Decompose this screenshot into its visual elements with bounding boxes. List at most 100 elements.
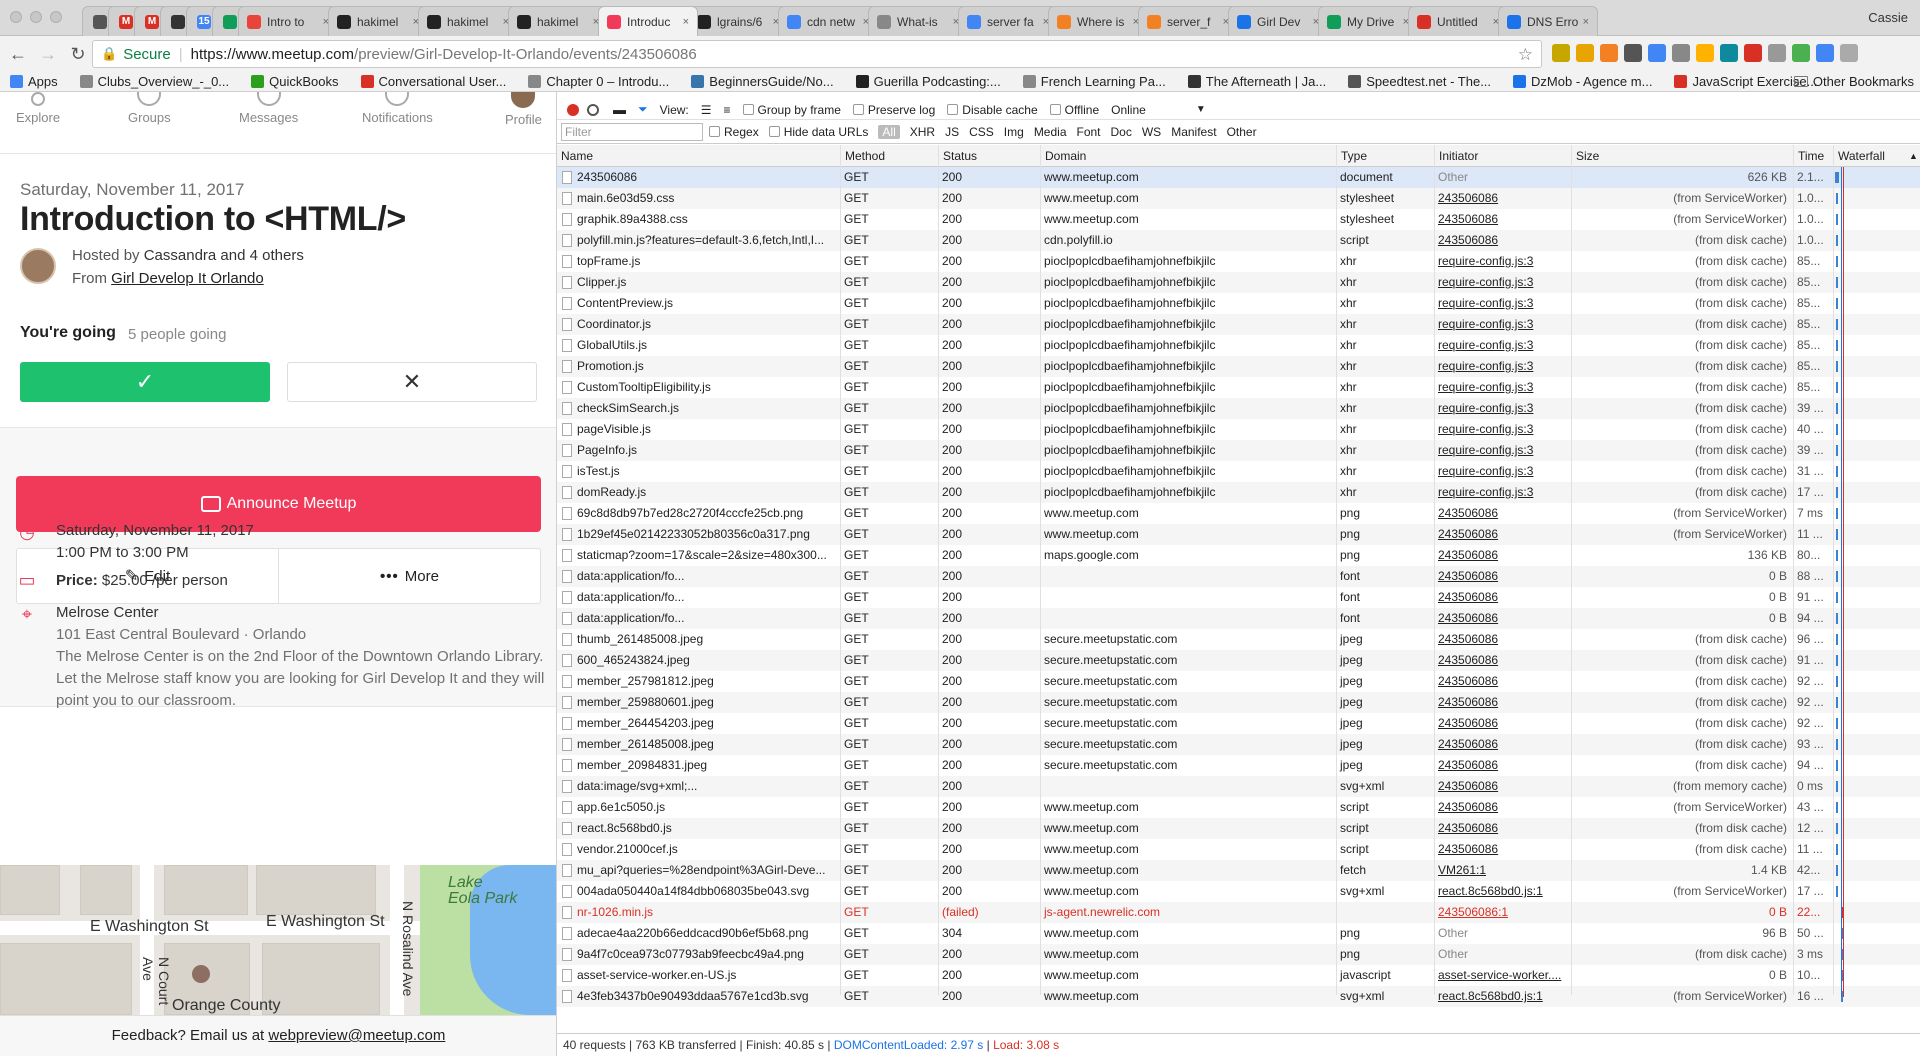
table-row[interactable]: 4e3feb3437b0e90493ddaa5767e1cd3b.svg GET 2…	[557, 986, 1920, 1007]
filter-icon[interactable]: ⏷	[638, 102, 648, 117]
request-initiator[interactable]: 243506086	[1434, 188, 1571, 209]
request-initiator[interactable]: 243506086	[1434, 230, 1571, 251]
extension-icon[interactable]	[1552, 44, 1570, 62]
filter-type-all[interactable]: All	[878, 124, 900, 139]
table-row[interactable]: PageInfo.js GET 200 pioclpoplcdbaefihamjohn…	[557, 440, 1920, 461]
browser-tab[interactable]: lgrains/6 ×	[688, 6, 788, 36]
overview-icon[interactable]: ≡	[724, 103, 731, 117]
bookmark-item[interactable]: DzMob - Agence m...	[1513, 74, 1652, 89]
column-header-name[interactable]: Name	[557, 145, 840, 167]
request-initiator[interactable]: 243506086	[1434, 524, 1571, 545]
bookmark-item[interactable]: Apps	[10, 74, 58, 89]
request-initiator[interactable]: asset-service-worker....	[1434, 965, 1571, 986]
extension-icon[interactable]	[1792, 44, 1810, 62]
column-header-type[interactable]: Type	[1336, 145, 1434, 167]
table-row[interactable]: member_264454203.jpeg GET 200 secure.meetup…	[557, 713, 1920, 734]
extension-icon[interactable]	[1648, 44, 1666, 62]
table-row[interactable]: data:application/fo... GET 200 font 24350608…	[557, 566, 1920, 587]
request-initiator[interactable]: 243506086	[1434, 608, 1571, 629]
browser-tab[interactable]: Untitled ×	[1408, 6, 1508, 36]
table-row[interactable]: checkSimSearch.js GET 200 pioclpoplcdbaefih…	[557, 398, 1920, 419]
profile-name[interactable]: Cassie	[1868, 10, 1908, 25]
bookmark-item[interactable]: French Learning Pa...	[1022, 74, 1166, 89]
browser-tab[interactable]: DNS Erro ×	[1498, 6, 1598, 36]
table-row[interactable]: vendor.21000cef.js GET 200 www.meetup.com sc…	[557, 839, 1920, 860]
maximize-window-button[interactable]	[50, 11, 62, 23]
table-row[interactable]: member_257981812.jpeg GET 200 secure.meetup…	[557, 671, 1920, 692]
column-header-method[interactable]: Method	[840, 145, 938, 167]
request-initiator[interactable]: require-config.js:3	[1434, 335, 1571, 356]
column-header-status[interactable]: Status	[938, 145, 1040, 167]
browser-tab[interactable]: server_f ×	[1138, 6, 1238, 36]
table-row[interactable]: 243506086 GET 200 www.meetup.com document Oth…	[557, 167, 1920, 188]
address-bar[interactable]: 🔒 Secure | https://www.meetup.com /previ…	[92, 40, 1542, 68]
bookmark-item[interactable]: QuickBooks	[251, 74, 339, 89]
reload-button[interactable]: ↻	[66, 42, 90, 66]
rsvp-yes-button[interactable]: ✓	[20, 362, 270, 402]
request-initiator[interactable]: require-config.js:3	[1434, 482, 1571, 503]
table-row[interactable]: 69c8d8db97b7ed28c2720f4cccfe25cb.png GET 2…	[557, 503, 1920, 524]
request-initiator[interactable]: 243506086	[1434, 629, 1571, 650]
table-row[interactable]: 1b29ef45e02142233052b80356c0a317.png GET 2…	[557, 524, 1920, 545]
table-row[interactable]: app.6e1c5050.js GET 200 www.meetup.com scrip…	[557, 797, 1920, 818]
forward-button[interactable]: →	[36, 42, 60, 66]
menu-icon[interactable]	[1840, 44, 1858, 62]
request-initiator[interactable]: 243506086	[1434, 734, 1571, 755]
request-initiator[interactable]: VM261:1	[1434, 860, 1571, 881]
disable-cache-checkbox[interactable]: Disable cache	[947, 103, 1038, 117]
table-row[interactable]: isTest.js GET 200 pioclpoplcdbaefihamjohnef…	[557, 461, 1920, 482]
rsvp-no-button[interactable]: ✕	[287, 362, 537, 402]
table-row[interactable]: adecae4aa220b66eddcacd90b6ef5b68.png GET 3…	[557, 923, 1920, 944]
browser-tab[interactable]: server fa ×	[958, 6, 1058, 36]
feedback-email-link[interactable]: webpreview@meetup.com	[268, 1027, 445, 1044]
column-header-domain[interactable]: Domain	[1040, 145, 1336, 167]
capture-screenshots-icon[interactable]: ▬	[613, 102, 626, 117]
request-initiator[interactable]: 243506086	[1434, 587, 1571, 608]
table-row[interactable]: CustomTooltipEligibility.js GET 200 pioclpo…	[557, 377, 1920, 398]
request-initiator[interactable]: require-config.js:3	[1434, 461, 1571, 482]
table-row[interactable]: graphik.89a4388.css GET 200 www.meetup.com s…	[557, 209, 1920, 230]
throttling-select[interactable]: Online ▼	[1111, 103, 1206, 117]
browser-tab[interactable]: Introduc ×	[598, 6, 698, 36]
bookmark-item[interactable]: The Afterneath | Ja...	[1187, 74, 1326, 89]
request-initiator[interactable]: require-config.js:3	[1434, 272, 1571, 293]
table-row[interactable]: GlobalUtils.js GET 200 pioclpoplcdbaefihamj…	[557, 335, 1920, 356]
host-avatar[interactable]	[20, 248, 56, 284]
extension-icon[interactable]	[1624, 44, 1642, 62]
nav-explore[interactable]: Explore	[16, 92, 60, 125]
table-row[interactable]: mu_api?queries=%28endpoint%3AGirl-Deve..…	[557, 860, 1920, 881]
extension-icon[interactable]	[1576, 44, 1594, 62]
request-initiator[interactable]: 243506086	[1434, 566, 1571, 587]
request-initiator[interactable]: 243506086	[1434, 818, 1571, 839]
browser-tab[interactable]: hakimel ×	[418, 6, 518, 36]
table-row[interactable]: member_261485008.jpeg GET 200 secure.meetup…	[557, 734, 1920, 755]
table-row[interactable]: topFrame.js GET 200 pioclpoplcdbaefihamjohn…	[557, 251, 1920, 272]
table-row[interactable]: Coordinator.js GET 200 pioclpoplcdbaefihamj…	[557, 314, 1920, 335]
browser-tab[interactable]: My Drive ×	[1318, 6, 1418, 36]
filter-type-other[interactable]: Other	[1227, 125, 1257, 139]
request-initiator[interactable]: 243506086	[1434, 209, 1571, 230]
filter-type-media[interactable]: Media	[1034, 125, 1067, 139]
group-link[interactable]: Girl Develop It Orlando	[111, 270, 264, 287]
extension-icon[interactable]	[1672, 44, 1690, 62]
request-initiator[interactable]: 243506086	[1434, 545, 1571, 566]
regex-checkbox[interactable]: Regex	[709, 125, 759, 139]
table-row[interactable]: data:application/fo... GET 200 font 24350608…	[557, 587, 1920, 608]
request-initiator[interactable]: require-config.js:3	[1434, 377, 1571, 398]
request-initiator[interactable]: 243506086:1	[1434, 902, 1571, 923]
table-row[interactable]: 004ada050440a14f84dbb068035be043.svg GET 2…	[557, 881, 1920, 902]
large-rows-icon[interactable]: ☰	[701, 103, 712, 117]
filter-type-img[interactable]: Img	[1004, 125, 1024, 139]
extension-icon[interactable]	[1768, 44, 1786, 62]
bookmark-item[interactable]: Speedtest.net - The...	[1348, 74, 1491, 89]
bookmark-item[interactable]: Chapter 0 – Introdu...	[528, 74, 669, 89]
table-row[interactable]: 9a4f7c0cea973c07793ab9feecbc49a4.png GET 2…	[557, 944, 1920, 965]
venue-map[interactable]: Lake Eola Park E Washington St E Washing…	[0, 865, 556, 1015]
nav-notifications[interactable]: Notifications	[362, 92, 433, 125]
filter-input[interactable]: Filter	[561, 122, 703, 141]
browser-tab[interactable]: Where is ×	[1048, 6, 1148, 36]
close-tab-icon[interactable]: ×	[683, 16, 689, 28]
table-row[interactable]: member_20984831.jpeg GET 200 secure.meetups…	[557, 755, 1920, 776]
request-initiator[interactable]: require-config.js:3	[1434, 398, 1571, 419]
filter-type-css[interactable]: CSS	[969, 125, 994, 139]
